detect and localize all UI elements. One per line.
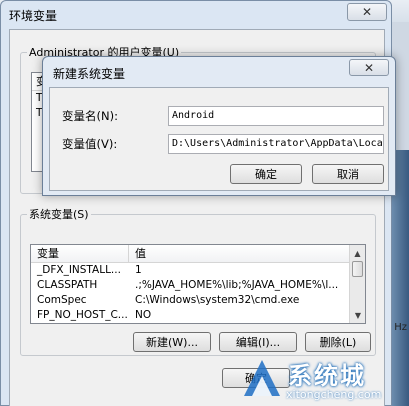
column-header-variable[interactable]: 变量 <box>31 245 129 262</box>
variable-value: C:\Windows\system32\cmd.exe <box>135 294 300 306</box>
new-system-variable-dialog: 新建系统变量 ✕ 变量名(N): Android 变量值(V): D:\User… <box>42 56 396 196</box>
watermark-logo-icon <box>244 360 280 396</box>
variable-name: CLASSPATH <box>37 279 98 291</box>
close-icon: ✕ <box>361 5 373 19</box>
dialog-title: 新建系统变量 <box>53 67 126 81</box>
close-icon: ✕ <box>363 60 375 75</box>
close-button[interactable]: ✕ <box>347 3 387 21</box>
side-text: Hz <box>394 322 407 333</box>
variable-name: FP_NO_HOST_C... <box>37 309 128 321</box>
variable-value-label: 变量值(V): <box>62 137 118 151</box>
variable-name: ComSpec <box>37 294 87 306</box>
close-button[interactable]: ✕ <box>349 59 389 76</box>
variable-value: .;%JAVA_HOME%\lib;%JAVA_HOME%\l... <box>135 279 339 291</box>
system-variables-label: 系统变量(S) <box>29 208 89 221</box>
delete-variable-button[interactable]: 删除(L) <box>305 332 371 352</box>
vertical-scrollbar[interactable]: ▲ ▼ <box>349 245 365 323</box>
variable-name-input[interactable]: Android <box>168 106 384 126</box>
table-row[interactable]: _DFX_INSTALL... 1 <box>31 263 365 278</box>
dialog-client-area: 变量名(N): Android 变量值(V): D:\Users\Adminis… <box>49 87 389 191</box>
edit-variable-button[interactable]: 编辑(I)... <box>219 332 297 352</box>
table-row[interactable]: FP_NO_HOST_C... NO <box>31 308 365 323</box>
variable-value: NO <box>135 309 152 321</box>
system-variables-list[interactable]: 变量 值 _DFX_INSTALL... 1 CLASSPATH .;%JAVA… <box>30 244 366 324</box>
cancel-button[interactable]: 取消 <box>312 164 384 184</box>
new-variable-button[interactable]: 新建(W)... <box>133 332 211 352</box>
watermark-text: 系统城 <box>288 362 366 390</box>
list-header: 变量 值 <box>31 245 365 263</box>
table-row[interactable]: ComSpec C:\Windows\system32\cmd.exe <box>31 293 365 308</box>
variable-name: _DFX_INSTALL... <box>37 264 121 276</box>
scroll-down-icon[interactable]: ▼ <box>350 307 365 323</box>
table-row[interactable]: CLASSPATH .;%JAVA_HOME%\lib;%JAVA_HOME%\… <box>31 278 365 293</box>
column-header-value[interactable]: 值 <box>129 245 146 262</box>
variable-value-input[interactable]: D:\Users\Administrator\AppData\Local <box>168 134 384 154</box>
watermark-url: xitongcheng.com <box>286 388 382 401</box>
system-variables-group: 系统变量(S) 变量 值 _DFX_INSTALL... 1 CLASSPATH… <box>20 206 376 356</box>
variable-value: 1 <box>135 264 142 276</box>
scroll-up-icon[interactable]: ▲ <box>350 245 365 261</box>
scroll-thumb[interactable] <box>352 261 363 277</box>
variable-name-label: 变量名(N): <box>62 109 118 123</box>
dialog-title: 环境变量 <box>9 9 58 23</box>
ok-button[interactable]: 确定 <box>230 164 302 184</box>
watermark: 系统城 xitongcheng.com <box>238 352 408 406</box>
